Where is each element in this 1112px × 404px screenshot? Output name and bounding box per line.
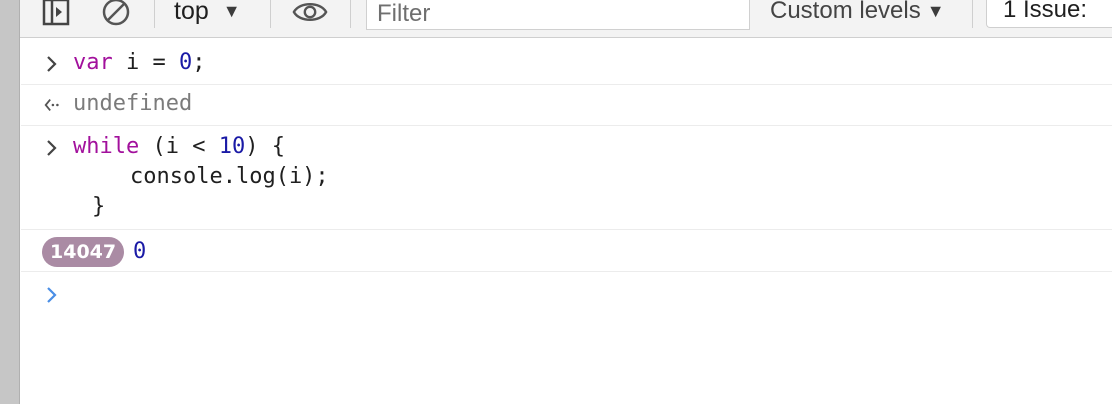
prompt-chevron-icon <box>43 136 61 160</box>
eye-icon[interactable] <box>292 0 328 30</box>
toolbar-separator <box>350 0 351 28</box>
filter-input[interactable] <box>366 0 750 30</box>
toolbar-separator <box>270 0 271 28</box>
number-token: 10 <box>218 134 246 159</box>
toolbar-separator <box>972 0 973 28</box>
code-token: (i < <box>139 134 219 159</box>
console-result-row: undefined <box>21 85 1112 126</box>
console-input-row: while (i < 10) { console.log(i); } <box>21 126 1112 230</box>
console-toolbar: top ▼ Custom levels ▼ 1 Issue: <box>20 0 1112 38</box>
dropdown-arrow-icon: ▼ <box>222 0 241 21</box>
code-line: while (i < 10) { <box>73 134 285 159</box>
console-prompt-row[interactable] <box>21 272 1112 332</box>
code-token: i = <box>112 50 179 75</box>
clear-console-icon[interactable] <box>98 0 134 30</box>
code-line: console.log(i); <box>130 164 329 189</box>
context-selector[interactable]: top ▼ <box>174 0 241 26</box>
log-levels-label: Custom levels <box>770 0 921 24</box>
keyword-token: while <box>73 134 140 159</box>
left-gutter <box>0 0 20 404</box>
log-value: 0 <box>133 239 147 264</box>
code-token: ) { <box>245 134 285 159</box>
keyword-token: var <box>73 50 113 75</box>
console-output: var i = 0; undefined while (i < 10) { co… <box>21 38 1112 404</box>
prompt-chevron-icon <box>43 52 61 76</box>
code-line: } <box>92 194 106 219</box>
toolbar-separator <box>154 0 155 28</box>
issues-button[interactable]: 1 Issue: <box>986 0 1112 28</box>
code-token: ; <box>192 50 206 75</box>
code-line: var i = 0; <box>73 50 205 75</box>
issues-label: 1 Issue: <box>1003 0 1088 23</box>
dropdown-arrow-icon: ▼ <box>926 0 945 21</box>
result-arrow-icon <box>43 93 61 117</box>
sidebar-toggle-icon[interactable] <box>38 0 74 30</box>
console-input-row: var i = 0; <box>21 38 1112 85</box>
log-levels-dropdown[interactable]: Custom levels ▼ <box>770 0 945 26</box>
result-value: undefined <box>73 91 193 116</box>
context-label: top <box>174 0 209 25</box>
number-token: 0 <box>178 50 193 75</box>
prompt-chevron-icon <box>43 283 61 307</box>
repeat-count-badge: 14047 <box>42 237 125 267</box>
console-log-row: 14047 0 <box>21 230 1112 272</box>
